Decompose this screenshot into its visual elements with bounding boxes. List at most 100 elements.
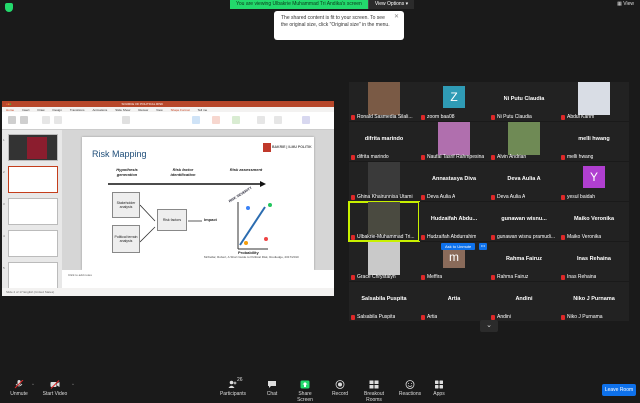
- stage-assessment: Risk assessment: [229, 167, 263, 172]
- unmute-button[interactable]: Unmute: [6, 380, 32, 397]
- more-options-button[interactable]: •••: [479, 243, 487, 250]
- participant-name-tag: gunawan wisnu pramudi...: [491, 234, 555, 240]
- participant-tile[interactable]: Artia Artia: [419, 282, 489, 321]
- ppt-menu-item[interactable]: Review: [138, 108, 148, 112]
- participant-video: [508, 122, 540, 155]
- apps-icon: [435, 380, 443, 389]
- participant-name-tag: melli hwang: [561, 154, 593, 160]
- participant-name-tag: Artia: [421, 314, 437, 320]
- participant-name: Salsabila Puspita: [357, 314, 396, 320]
- start-video-button[interactable]: Start Video: [40, 380, 70, 397]
- participant-tile[interactable]: Ghina Khairunnisa Utami: [349, 162, 419, 201]
- participant-tile[interactable]: Hudzaifah Abdu... Hudzaifah Abdurrahim: [419, 202, 489, 241]
- participant-tile[interactable]: Andini Andini: [489, 282, 559, 321]
- chat-button[interactable]: Chat: [262, 380, 282, 397]
- slide-thumb[interactable]: [8, 230, 58, 257]
- stage-risk-factor: Risk factor identification: [170, 167, 196, 177]
- ppt-menu-item[interactable]: Design: [53, 108, 62, 112]
- mic-muted-icon: [561, 194, 565, 200]
- participant-name-tag: Inas Rehaina: [561, 274, 596, 280]
- mic-muted-icon: [491, 314, 495, 320]
- view-button[interactable]: ▦ View: [617, 1, 634, 7]
- mic-muted-icon: [491, 114, 495, 120]
- mic-muted-icon: [351, 314, 355, 320]
- ppt-menu-item[interactable]: Transitions: [70, 108, 85, 112]
- participant-tile[interactable]: Naufal Tasrif Rahmpesina: [419, 122, 489, 161]
- ppt-menu-item[interactable]: View: [156, 108, 162, 112]
- mic-muted-icon: [491, 234, 495, 240]
- participant-tile[interactable]: difrita marindo difrita marindo: [349, 122, 419, 161]
- participant-name-tag: Salsabila Puspita: [351, 314, 395, 320]
- mic-muted-icon: [561, 234, 565, 240]
- participant-tile[interactable]: Grace Chrystalyn: [349, 242, 419, 281]
- participant-name: Hudzaifah Abdurrahim: [427, 234, 477, 240]
- participant-name: Deva Aulia A: [427, 194, 456, 200]
- participants-button[interactable]: Participants: [218, 380, 248, 397]
- participant-tile[interactable]: Zzoom baa08: [419, 82, 489, 121]
- participant-name: Naufal Tasrif Rahmpesina: [427, 154, 485, 160]
- chevron-up-icon[interactable]: ^: [32, 382, 34, 387]
- slide-thumb[interactable]: [8, 198, 58, 225]
- ppt-menu-item[interactable]: Home: [6, 108, 14, 112]
- participant-tile[interactable]: Ulbakrie-Muhammad Tri...: [348, 201, 420, 242]
- ppt-menu-item[interactable]: Shape Format: [171, 108, 190, 112]
- slide-thumb[interactable]: [8, 166, 58, 193]
- reactions-button[interactable]: Reactions: [398, 380, 422, 397]
- participant-tile[interactable]: Rahma Fairuz Rahma Fairuz: [489, 242, 559, 281]
- mic-muted-icon: [351, 114, 355, 120]
- participant-tile[interactable]: Abdul Karim: [559, 82, 629, 121]
- reactions-icon: [405, 380, 415, 389]
- participant-name-tag: Niko J Purnama: [561, 314, 603, 320]
- chevron-down-icon[interactable]: ⌄: [480, 320, 498, 332]
- participant-display-name: Maiko Veronika: [573, 216, 615, 222]
- mic-muted-icon: [561, 274, 565, 280]
- participant-name: Ronald Sasmedia Silali...: [357, 114, 413, 120]
- security-shield-icon[interactable]: [5, 3, 13, 12]
- participant-tile[interactable]: melli hwang melli hwang: [559, 122, 629, 161]
- participant-name: Ghina Khairunnisa Utami: [357, 194, 413, 200]
- ppt-menu-item[interactable]: Insert: [22, 108, 30, 112]
- chat-label: Chat: [266, 391, 278, 397]
- participant-tile[interactable]: Inas Rehaina Inas Rehaina: [559, 242, 629, 281]
- participant-tile[interactable]: Annastasya Diva Deva Aulia A: [419, 162, 489, 201]
- record-button[interactable]: Record: [330, 380, 350, 397]
- close-icon[interactable]: ✕: [394, 14, 399, 21]
- chevron-up-icon[interactable]: ^: [72, 382, 74, 387]
- participant-tile[interactable]: Salsabila Puspita Salsabila Puspita: [349, 282, 419, 321]
- participant-tile[interactable]: Niko J Purnama Niko J Purnama: [559, 282, 629, 321]
- participant-tile[interactable]: Deva Aulia A Deva Aulia A: [489, 162, 559, 201]
- participant-tile[interactable]: Ni Putu Claudia Ni Putu Claudia: [489, 82, 559, 121]
- ppt-menu-item[interactable]: Animations: [92, 108, 107, 112]
- participant-name-tag: zoom baa08: [421, 114, 455, 120]
- participant-name: difrita marindo: [357, 154, 389, 160]
- apps-button[interactable]: Apps: [430, 380, 448, 397]
- fit-screen-tooltip: The shared content is fit to your screen…: [274, 11, 404, 40]
- slide-thumb[interactable]: [8, 262, 58, 289]
- participant-name-tag: Naufal Tasrif Rahmpesina: [421, 154, 484, 160]
- view-options-button[interactable]: View Options ▾: [367, 0, 415, 9]
- participant-tile[interactable]: Yyesul baidah: [559, 162, 629, 201]
- leave-room-button[interactable]: Leave Room: [602, 384, 636, 396]
- participant-name-tag: difrita marindo: [351, 154, 389, 160]
- participant-name: Andini: [497, 314, 511, 320]
- ppt-menu-item[interactable]: Slide Show: [115, 108, 130, 112]
- start-video-label: Start Video: [42, 391, 68, 397]
- slide-thumb[interactable]: [8, 134, 58, 161]
- participant-name: Artia: [427, 314, 438, 320]
- ask-to-unmute-button[interactable]: Ask to Unmute: [441, 243, 476, 250]
- participant-tile[interactable]: Alvin Andrian: [489, 122, 559, 161]
- ppt-menu-item[interactable]: Draw: [38, 108, 45, 112]
- participant-tile[interactable]: Ronald Sasmedia Silali...: [349, 82, 419, 121]
- participant-display-name: Niko J Purnama: [573, 296, 615, 302]
- ppt-menu-item[interactable]: Tell me: [198, 108, 208, 112]
- unmute-label: Unmute: [10, 391, 28, 397]
- participant-name-tag: Deva Aulia A: [491, 194, 525, 200]
- participant-tile[interactable]: Maiko Veronika Maiko Veronika: [559, 202, 629, 241]
- mic-muted-icon: [14, 380, 24, 389]
- participants-count: 26: [237, 377, 243, 383]
- participant-name-tag: Ni Putu Claudia: [491, 114, 532, 120]
- participant-tile[interactable]: gunawan wisnu... gunawan wisnu pramudi...: [489, 202, 559, 241]
- share-screen-icon: [300, 380, 310, 389]
- mic-muted-icon: [561, 154, 565, 160]
- notes-pane[interactable]: Click to add notes: [62, 270, 334, 288]
